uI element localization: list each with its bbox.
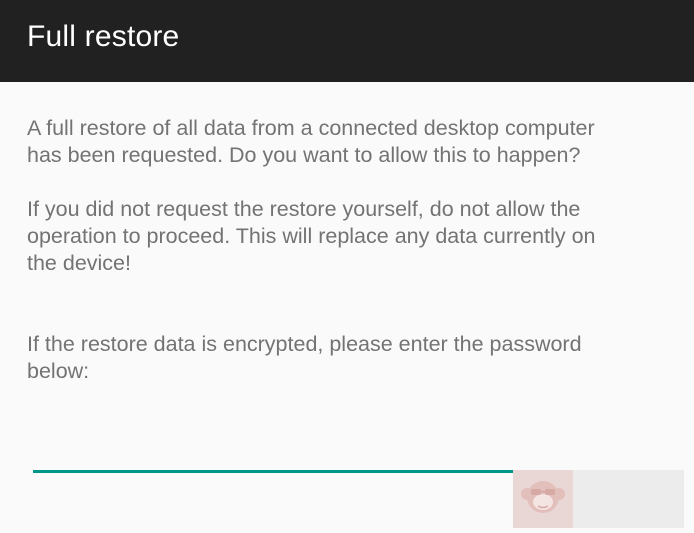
restore-warning-text: If you did not request the restore yours… xyxy=(27,197,596,275)
restore-message: A full restore of all data from a connec… xyxy=(27,115,672,385)
app-bar: Full restore xyxy=(0,0,694,82)
watermark xyxy=(513,470,684,528)
page-title: Full restore xyxy=(27,20,180,53)
password-instructions-text: If the restore data is encrypted, please… xyxy=(27,332,582,383)
password-input[interactable] xyxy=(33,440,660,473)
monkey-face-icon xyxy=(513,470,573,528)
restore-request-text: A full restore of all data from a connec… xyxy=(27,116,595,167)
